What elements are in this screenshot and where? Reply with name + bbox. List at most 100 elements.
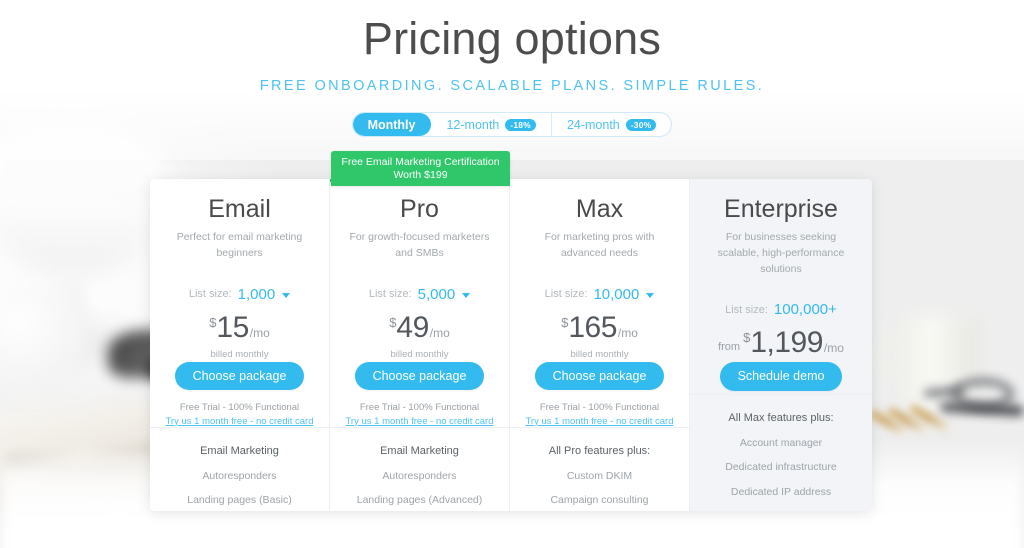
chevron-down-icon[interactable] <box>282 292 291 298</box>
pricing-card-zone: Free Email Marketing Certification Worth… <box>0 151 1024 511</box>
plan-cta-area: Choose package Free Trial - 100% Function… <box>510 360 689 427</box>
price-amount: 165 <box>568 310 617 344</box>
list-size-value: 100,000+ <box>773 301 837 319</box>
pricing-page: Pricing options FREE ONBOARDING. SCALABL… <box>0 0 1024 548</box>
feature-item: Dedicated infrastructure <box>725 461 837 473</box>
price-period: /mo <box>617 325 638 340</box>
plan-cta-area: Choose package Free Trial - 100% Function… <box>150 360 329 427</box>
feature-item: Landing pages (Basic) <box>187 494 292 507</box>
plan-cta-button[interactable]: Choose package <box>534 361 665 390</box>
feature-item: Custom DKIM <box>566 469 633 482</box>
list-size-label: List size: <box>725 303 768 316</box>
plan-name: Enterprise <box>724 195 838 223</box>
trial-note: Free Trial - 100% Functional <box>179 402 300 413</box>
list-size-selector[interactable]: List size: 100,000+ <box>700 301 862 318</box>
billing-toggle-option-1[interactable]: 12-month -18% <box>431 113 552 136</box>
trial-link[interactable]: Try us 1 month free - no credit card <box>150 416 329 427</box>
plan-header: Pro For growth-focused marketers and SMBs… <box>330 179 509 360</box>
feature-item: Autoresponders <box>382 469 457 482</box>
price-currency-symbol: $ <box>389 314 397 330</box>
feature-item: Autoresponders <box>202 469 277 482</box>
list-size-selector[interactable]: List size: 5,000 <box>340 286 499 303</box>
price-currency-symbol: $ <box>209 314 217 330</box>
plan-name: Email <box>208 195 271 223</box>
plan-cta-button[interactable]: Schedule demo <box>719 362 843 391</box>
trial-link[interactable]: Try us 1 month free - no credit card <box>510 416 689 427</box>
list-size-label: List size: <box>544 288 588 300</box>
plan-description: For marketing pros with advanced needs <box>544 231 655 259</box>
plan-feature-list: All Pro features plus: Custom DKIM Campaig… <box>510 426 689 511</box>
plan-column-email: Email Perfect for email marketing beginne… <box>150 179 330 511</box>
billing-toggle-label: Monthly <box>367 117 416 132</box>
trial-link[interactable]: Try us 1 month free - no credit card <box>330 416 509 427</box>
plan-header: Enterprise For businesses seeking scalabl… <box>690 179 872 360</box>
list-size-value: 1,000 <box>237 285 276 303</box>
price-currency-symbol: $ <box>561 314 569 330</box>
list-size-label: List size: <box>368 288 412 300</box>
list-size-value: 5,000 <box>417 285 456 303</box>
plan-cta-button[interactable]: Choose package <box>354 361 485 390</box>
pricing-plans-card: Email Perfect for email marketing beginne… <box>150 179 872 511</box>
plan-feature-list: Email Marketing Autoresponders Landing pag… <box>150 426 329 511</box>
price-period: /mo <box>823 341 844 356</box>
billed-note: billed monthly <box>390 348 449 360</box>
promo-banner-line2: Worth $199 <box>393 169 448 182</box>
plan-feature-list: All Max features plus: Account manager Ded… <box>690 393 872 512</box>
list-size-value: 10,000 <box>593 285 640 303</box>
list-size-selector[interactable]: List size: 10,000 <box>520 286 679 303</box>
feature-item: Campaign consulting <box>550 494 649 507</box>
billing-period-toggle[interactable]: Monthly 12-month -18% 24-month -30% <box>351 112 673 137</box>
feature-list-heading: All Pro features plus: <box>548 444 651 457</box>
plan-cta-area: Schedule demo <box>690 360 872 393</box>
billing-toggle-discount-badge: -18% <box>505 118 536 131</box>
plan-header: Max For marketing pros with advanced need… <box>510 179 689 360</box>
billing-toggle-option-2[interactable]: 24-month -30% <box>552 113 671 136</box>
billing-toggle-option-0[interactable]: Monthly <box>352 113 432 136</box>
promo-banner: Free Email Marketing Certification Worth… <box>331 151 510 186</box>
plan-price: from $1,199/mo <box>700 326 862 360</box>
price-period: /mo <box>429 325 450 340</box>
price-amount: 49 <box>396 310 429 344</box>
chevron-down-icon[interactable] <box>462 292 471 298</box>
list-size-selector[interactable]: List size: 1,000 <box>160 286 319 303</box>
plan-description: For businesses seeking scalable, high-pe… <box>717 231 845 275</box>
billing-toggle-wrap: Monthly 12-month -18% 24-month -30% <box>0 112 1024 137</box>
trial-note: Free Trial - 100% Functional <box>359 402 480 413</box>
price-amount: 1,199 <box>750 326 823 360</box>
plan-column-pro: Pro For growth-focused marketers and SMBs… <box>330 179 510 511</box>
list-size-label: List size: <box>188 288 232 300</box>
page-title: Pricing options <box>362 13 662 64</box>
plan-description: Perfect for email marketing beginners <box>176 231 303 259</box>
page-subtitle: FREE ONBOARDING. SCALABLE PLANS. SIMPLE … <box>259 78 765 94</box>
plan-header: Email Perfect for email marketing beginne… <box>150 179 329 360</box>
billed-note: billed monthly <box>570 348 629 360</box>
plan-description: For growth-focused marketers and SMBs <box>349 231 490 259</box>
page-header: Pricing options FREE ONBOARDING. SCALABL… <box>0 0 1024 94</box>
price-from-label: from <box>718 341 741 354</box>
billing-toggle-discount-badge: -30% <box>625 118 657 131</box>
price-currency-symbol: $ <box>743 330 751 346</box>
plan-price: $49/mo <box>340 311 499 345</box>
price-amount: 15 <box>216 310 249 344</box>
plan-feature-list: Email Marketing Autoresponders Landing pag… <box>330 426 509 511</box>
plan-name: Pro <box>400 195 439 223</box>
billing-toggle-label: 12-month <box>446 117 500 132</box>
trial-note: Free Trial - 100% Functional <box>539 402 660 413</box>
plan-cta-area: Choose package Free Trial - 100% Function… <box>330 360 509 427</box>
plan-name: Max <box>575 195 624 223</box>
feature-list-heading: All Max features plus: <box>728 411 834 424</box>
feature-list-heading: Email Marketing <box>200 444 279 457</box>
plan-price: $15/mo <box>160 311 319 345</box>
feature-list-heading: Email Marketing <box>380 444 459 457</box>
plan-price: $165/mo <box>520 311 679 345</box>
chevron-down-icon[interactable] <box>646 292 655 298</box>
feature-item: Dedicated IP address <box>730 485 832 498</box>
feature-item: Landing pages (Advanced) <box>356 494 483 507</box>
plan-cta-button[interactable]: Choose package <box>174 361 305 390</box>
promo-banner-line1: Free Email Marketing Certification <box>341 156 500 168</box>
plan-column-enterprise: Enterprise For businesses seeking scalabl… <box>690 179 872 511</box>
billing-toggle-label: 24-month <box>566 117 620 132</box>
billed-note: billed monthly <box>210 348 269 360</box>
price-period: /mo <box>249 325 270 340</box>
plan-column-max: Max For marketing pros with advanced need… <box>510 179 690 511</box>
